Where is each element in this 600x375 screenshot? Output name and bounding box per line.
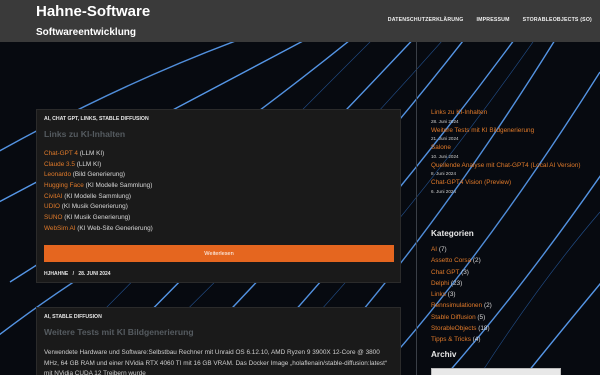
list-item: CivitAI (KI Modelle Sammlung) [44, 193, 153, 204]
list-item: Chat GPT (3) [431, 269, 492, 280]
link-desc: (KI Modelle Sammlung) [83, 182, 153, 190]
link-desc: (Bild Generierung) [71, 171, 126, 179]
post-author[interactable]: HJHAHNE [44, 271, 68, 277]
link-desc: (KI Web-Site Generierung) [75, 224, 153, 232]
list-item: Assetto Corsa (2) [431, 257, 492, 268]
recent-post-date: 28. Juni 2024 [431, 118, 459, 124]
link-leonardo[interactable]: Leonardo [44, 171, 71, 178]
list-item: Rennsimulationen (2) [431, 302, 492, 313]
recent-post-date: 6. Juni 2024 [431, 188, 457, 194]
category-link[interactable]: Assetto Corsa [431, 257, 471, 264]
list-item: Leonardo (Bild Generierung) [44, 171, 153, 182]
list-item: AI (7) [431, 246, 492, 257]
category-link[interactable]: StorableObjects [431, 325, 476, 332]
main-nav: DATENSCHUTZERKLÄRUNG IMPRESSUM STORABLEO… [388, 17, 592, 23]
list-item: Chat-GPT 4 (LLM KI) [44, 150, 153, 161]
list-item: Links (3) [431, 291, 492, 302]
list-item: StorableObjects (18) [431, 325, 492, 336]
link-suno[interactable]: SUNO [44, 214, 62, 221]
category-link[interactable]: Links [431, 291, 446, 298]
recent-post: Salone 10. Juni 2024 [431, 144, 591, 160]
link-desc: (KI Modelle Sammlung) [62, 192, 132, 200]
category-count: (5) [475, 313, 486, 321]
category-count: (3) [445, 291, 456, 299]
nav-impressum[interactable]: IMPRESSUM [476, 17, 509, 23]
meta-separator: / [72, 271, 74, 277]
link-list: Chat-GPT 4 (LLM KI) Claude 3.5 (LLM KI) … [44, 150, 153, 236]
link-chatgpt[interactable]: Chat-GPT 4 [44, 150, 78, 157]
post-title[interactable]: Links zu KI-Inhalten [44, 129, 125, 139]
category-count: (4) [470, 336, 481, 344]
list-item: Hugging Face (KI Modelle Sammlung) [44, 182, 153, 193]
site-title[interactable]: Hahne-Software [36, 3, 150, 20]
post-card: AI, CHAT GPT, LINKS, STABLE DIFFUSION Li… [36, 109, 401, 283]
category-list: AI (7) Assetto Corsa (2) Chat GPT (3) De… [431, 246, 492, 348]
recent-post-link[interactable]: Chat-GPT4 Vision (Preview) [431, 179, 591, 188]
recent-post-date: 21. Juni 2024 [431, 136, 459, 141]
link-claude[interactable]: Claude 3.5 [44, 161, 75, 168]
link-desc: (KI Musik Generierung) [62, 214, 131, 222]
archive-dropdown[interactable] [431, 368, 561, 375]
category-count: (2) [482, 302, 492, 310]
list-item: Tipps & Tricks (4) [431, 336, 492, 347]
widget-title-archiv: Archiv [431, 350, 457, 359]
recent-post: Chat-GPT4 Vision (Preview) 6. Juni 2024 [431, 179, 591, 195]
category-link[interactable]: Delphi [431, 280, 449, 287]
post-meta: HJHAHNE / 28. JUNI 2024 [44, 271, 111, 277]
list-item: Claude 3.5 (LLM KI) [44, 161, 153, 172]
link-desc: (KI Musik Generierung) [59, 203, 128, 211]
category-link[interactable]: Rennsimulationen [431, 302, 482, 309]
list-item: Stable Diffusion (5) [431, 314, 492, 325]
category-count: (2) [471, 257, 481, 265]
list-item: Delphi (23) [431, 280, 492, 291]
link-civitai[interactable]: CivitAI [44, 193, 62, 200]
site-tagline: Softwareentwicklung [36, 27, 137, 38]
post-categories[interactable]: AI, STABLE DIFFUSION [44, 314, 102, 320]
recent-post: Links zu KI-Inhalten 28. Juni 2024 [431, 109, 591, 125]
recent-post: Quellende Analyse mit Chat-GPT4 (Local A… [431, 162, 591, 178]
link-desc: (LLM KI) [77, 150, 105, 157]
recent-post-date: 10. Juni 2024 [431, 153, 459, 159]
list-item: WebSim AI (KI Web-Site Generierung) [44, 225, 153, 236]
sidebar-divider [416, 42, 417, 375]
category-link[interactable]: Tipps & Tricks [431, 336, 471, 343]
category-count: (23) [449, 279, 463, 287]
recent-post-link[interactable]: Quellende Analyse mit Chat-GPT4 (Local A… [431, 162, 591, 171]
post-excerpt: Verwendete Hardware und Software:Selbstb… [44, 349, 387, 375]
post-card: AI, STABLE DIFFUSION Weitere Tests mit K… [36, 307, 401, 375]
recent-post-link[interactable]: Salone [431, 144, 591, 153]
category-link[interactable]: Stable Diffusion [431, 314, 476, 321]
recent-post-link[interactable]: Links zu KI-Inhalten [431, 109, 591, 118]
post-categories[interactable]: AI, CHAT GPT, LINKS, STABLE DIFFUSION [44, 116, 149, 122]
category-count: (18) [476, 325, 490, 333]
nav-datenschutz[interactable]: DATENSCHUTZERKLÄRUNG [388, 17, 464, 23]
link-udio[interactable]: UDIO [44, 203, 60, 210]
read-more-button[interactable]: Weiterlesen [44, 245, 394, 262]
recent-posts-widget: Links zu KI-Inhalten 28. Juni 2024 Weite… [431, 109, 591, 197]
link-huggingface[interactable]: Hugging Face [44, 182, 84, 189]
recent-post-date: 8. Juni 2024 [431, 171, 457, 176]
link-desc: (LLM KI) [74, 160, 102, 168]
category-count: (7) [437, 246, 447, 253]
recent-post-link[interactable]: Weitere Tests mit KI Bildgenerierung [431, 127, 591, 136]
category-link[interactable]: Chat GPT [431, 269, 459, 276]
link-websim[interactable]: WebSim AI [44, 225, 76, 232]
list-item: UDIO (KI Musik Generierung) [44, 203, 153, 214]
nav-storableobjects[interactable]: STORABLEOBJECTS (SO) [523, 17, 592, 23]
recent-post: Weitere Tests mit KI Bildgenerierung 21.… [431, 127, 591, 143]
list-item: SUNO (KI Musik Generierung) [44, 214, 153, 225]
category-count: (3) [459, 268, 469, 276]
widget-title-kategorien: Kategorien [431, 229, 474, 238]
site-header: Hahne-Software Softwareentwicklung DATEN… [0, 0, 600, 42]
post-title[interactable]: Weitere Tests mit KI Bildgenerierung [44, 327, 194, 337]
post-date[interactable]: 28. JUNI 2024 [78, 271, 110, 277]
